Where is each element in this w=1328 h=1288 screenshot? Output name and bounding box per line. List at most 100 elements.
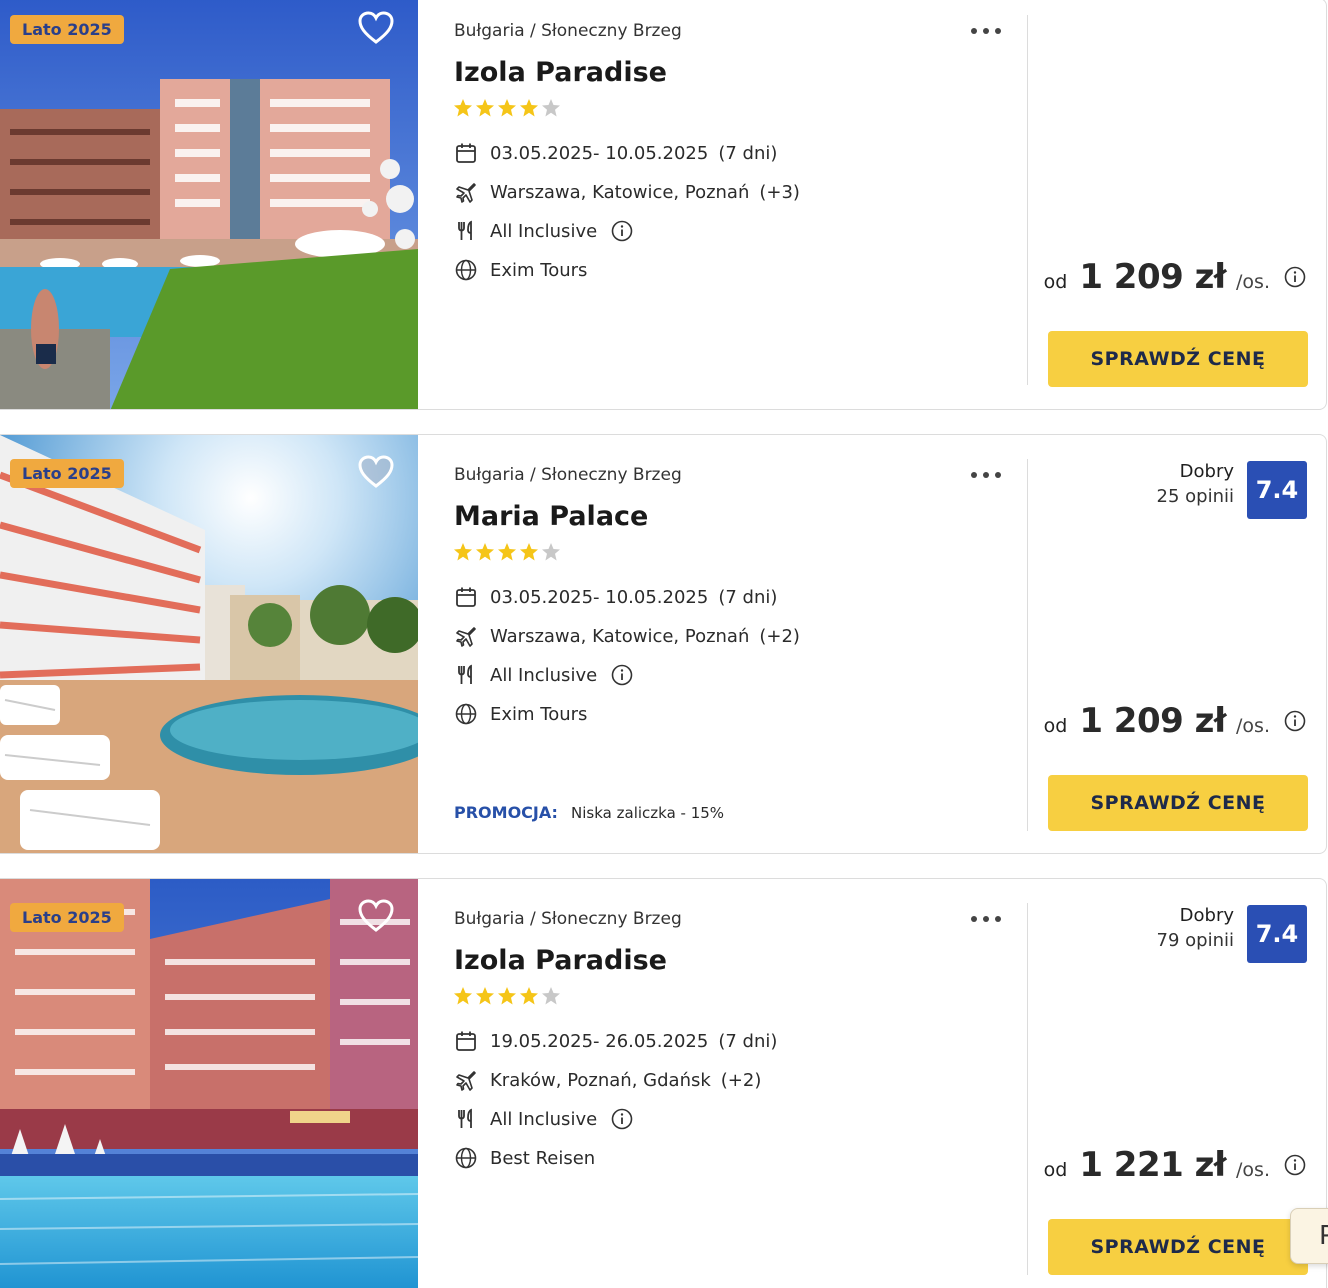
rating-count[interactable]: 25 opinii bbox=[1157, 486, 1234, 507]
hotel-name[interactable]: Maria Palace bbox=[454, 501, 648, 532]
season-badge: Lato 2025 bbox=[10, 903, 124, 932]
dates-text: 19.05.2025- 26.05.2025 bbox=[490, 1030, 709, 1052]
departures-row: Warszawa, Katowice, Poznań (+3) bbox=[454, 180, 800, 204]
divider bbox=[1027, 15, 1028, 385]
rating-score-badge: 7.4 bbox=[1247, 461, 1307, 519]
offer-card[interactable]: Lato 2025 Bułgaria / Słoneczny Brzeg Izo… bbox=[0, 0, 1327, 410]
more-dots-icon[interactable] bbox=[968, 907, 1004, 931]
dates-row: 19.05.2025- 26.05.2025 (7 dni) bbox=[454, 1029, 777, 1053]
price-prefix: od bbox=[1043, 271, 1068, 293]
star-icon bbox=[542, 543, 560, 561]
hotel-name[interactable]: Izola Paradise bbox=[454, 57, 667, 88]
star-icon bbox=[498, 99, 516, 117]
rating-score-badge: 7.4 bbox=[1247, 905, 1307, 963]
board-row: All Inclusive bbox=[454, 219, 633, 243]
operator-row: Best Reisen bbox=[454, 1146, 595, 1170]
operator-row: Exim Tours bbox=[454, 258, 587, 282]
price-amount: 1 209 zł bbox=[1079, 257, 1227, 297]
hotel-photo[interactable]: Lato 2025 bbox=[0, 0, 418, 409]
calendar-icon bbox=[454, 141, 478, 165]
star-icon bbox=[520, 543, 538, 561]
star-icon bbox=[454, 987, 472, 1005]
price-prefix: od bbox=[1043, 715, 1068, 737]
offer-card[interactable]: Lato 2025 Bułgaria / Słoneczny Brzeg Izo… bbox=[0, 878, 1327, 1288]
star-icon bbox=[476, 543, 494, 561]
check-price-button[interactable]: SPRAWDŹ CENĘ bbox=[1048, 331, 1308, 387]
location-breadcrumb[interactable]: Bułgaria / Słoneczny Brzeg bbox=[454, 909, 682, 929]
info-icon[interactable] bbox=[611, 220, 633, 242]
duration-text: (7 dni) bbox=[718, 142, 778, 164]
review-rating[interactable]: Dobry 25 opinii 7.4 bbox=[1157, 461, 1307, 519]
calendar-icon bbox=[454, 585, 478, 609]
info-icon[interactable] bbox=[1284, 1154, 1306, 1176]
review-rating[interactable]: Dobry 79 opinii 7.4 bbox=[1157, 905, 1307, 963]
star-icon bbox=[542, 99, 560, 117]
board-text: All Inclusive bbox=[490, 664, 598, 686]
info-icon[interactable] bbox=[1284, 266, 1306, 288]
more-dots-icon[interactable] bbox=[968, 19, 1004, 43]
offer-details: Bułgaria / Słoneczny Brzeg Izola Paradis… bbox=[454, 879, 1014, 1288]
hotel-name[interactable]: Izola Paradise bbox=[454, 945, 667, 976]
divider bbox=[1027, 903, 1028, 1275]
cutlery-icon bbox=[454, 219, 478, 243]
star-icon bbox=[476, 987, 494, 1005]
operator-row: Exim Tours bbox=[454, 702, 587, 726]
departures-more[interactable]: (+3) bbox=[759, 182, 800, 203]
location-breadcrumb[interactable]: Bułgaria / Słoneczny Brzeg bbox=[454, 465, 682, 485]
price-block: od 1 221 zł /os. bbox=[1044, 1145, 1306, 1185]
star-icon bbox=[520, 987, 538, 1005]
board-text: All Inclusive bbox=[490, 220, 598, 242]
info-icon[interactable] bbox=[611, 664, 633, 686]
heart-icon[interactable] bbox=[358, 11, 394, 45]
star-icon bbox=[498, 543, 516, 561]
dates-row: 03.05.2025- 10.05.2025 (7 dni) bbox=[454, 585, 777, 609]
hotel-photo[interactable]: Lato 2025 bbox=[0, 879, 418, 1288]
star-icon bbox=[520, 99, 538, 117]
location-breadcrumb[interactable]: Bułgaria / Słoneczny Brzeg bbox=[454, 21, 682, 41]
promo-label: PROMOCJA: bbox=[454, 803, 558, 822]
departures-row: Warszawa, Katowice, Poznań (+2) bbox=[454, 624, 800, 648]
dates-text: 03.05.2025- 10.05.2025 bbox=[490, 586, 709, 608]
heart-icon[interactable] bbox=[358, 899, 394, 933]
board-row: All Inclusive bbox=[454, 1107, 633, 1131]
board-row: All Inclusive bbox=[454, 663, 633, 687]
price-prefix: od bbox=[1043, 1159, 1068, 1181]
promo-text: Niska zaliczka - 15% bbox=[571, 804, 725, 822]
heart-icon[interactable] bbox=[358, 455, 394, 489]
season-badge: Lato 2025 bbox=[10, 459, 124, 488]
floating-widget-tab[interactable]: P bbox=[1290, 1208, 1328, 1264]
info-icon[interactable] bbox=[1284, 710, 1306, 732]
plane-icon bbox=[454, 180, 478, 204]
price-amount: 1 221 zł bbox=[1079, 1145, 1227, 1185]
offer-details: Bułgaria / Słoneczny Brzeg Maria Palace … bbox=[454, 435, 1014, 853]
board-text: All Inclusive bbox=[490, 1108, 598, 1130]
plane-icon bbox=[454, 1068, 478, 1092]
rating-word: Dobry bbox=[1179, 905, 1234, 926]
duration-text: (7 dni) bbox=[718, 586, 778, 608]
departures-more[interactable]: (+2) bbox=[721, 1070, 762, 1091]
globe-icon bbox=[454, 258, 478, 282]
hotel-photo[interactable]: Lato 2025 bbox=[0, 435, 418, 853]
rating-count[interactable]: 79 opinii bbox=[1157, 930, 1234, 951]
star-rating bbox=[454, 543, 564, 561]
price-suffix: /os. bbox=[1236, 271, 1270, 293]
price-amount: 1 209 zł bbox=[1079, 701, 1227, 741]
star-rating bbox=[454, 99, 564, 117]
price-suffix: /os. bbox=[1236, 715, 1270, 737]
check-price-button[interactable]: SPRAWDŹ CENĘ bbox=[1048, 1219, 1308, 1275]
more-dots-icon[interactable] bbox=[968, 463, 1004, 487]
offer-card[interactable]: Lato 2025 Bułgaria / Słoneczny Brzeg Mar… bbox=[0, 434, 1327, 854]
duration-text: (7 dni) bbox=[718, 1030, 778, 1052]
info-icon[interactable] bbox=[611, 1108, 633, 1130]
price-block: od 1 209 zł /os. bbox=[1044, 257, 1306, 297]
departures-more[interactable]: (+2) bbox=[759, 626, 800, 647]
plane-icon bbox=[454, 624, 478, 648]
departures-text: Kraków, Poznań, Gdańsk bbox=[490, 1069, 711, 1091]
operator-text: Exim Tours bbox=[490, 703, 588, 725]
star-icon bbox=[498, 987, 516, 1005]
star-icon bbox=[454, 99, 472, 117]
globe-icon bbox=[454, 702, 478, 726]
divider bbox=[1027, 459, 1028, 831]
cutlery-icon bbox=[454, 1107, 478, 1131]
check-price-button[interactable]: SPRAWDŹ CENĘ bbox=[1048, 775, 1308, 831]
